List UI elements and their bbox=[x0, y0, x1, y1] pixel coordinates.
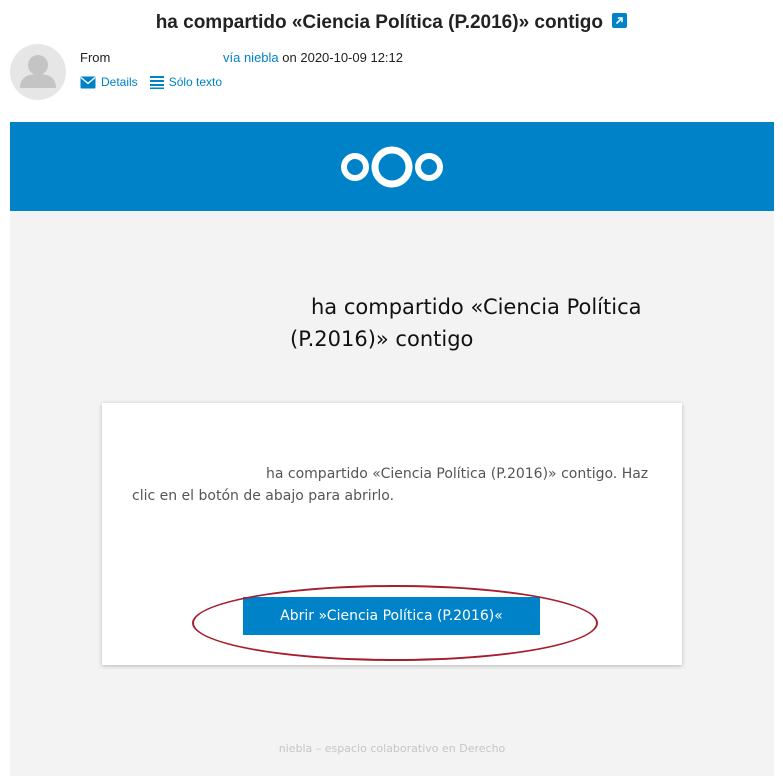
share-message: ha compartido «Ciencia Política (P.2016)… bbox=[132, 466, 649, 504]
from-label: From bbox=[80, 50, 111, 65]
details-button[interactable]: Details bbox=[80, 75, 138, 89]
from-line: From vía niebla on 2020-10-09 12:12 bbox=[80, 50, 403, 65]
brand-banner bbox=[10, 122, 774, 211]
message-subject: ha compartido «Ciencia Política (P.2016)… bbox=[0, 12, 783, 34]
avatar-placeholder-icon bbox=[10, 44, 66, 100]
email-heading: ha compartido «Ciencia Política (P.2016)… bbox=[290, 295, 642, 351]
plain-text-button[interactable]: Sólo texto bbox=[149, 75, 223, 89]
plain-text-label: Sólo texto bbox=[168, 75, 223, 89]
message-date: on 2020-10-09 12:12 bbox=[282, 50, 403, 65]
envelope-icon bbox=[80, 76, 96, 88]
external-link-icon[interactable] bbox=[612, 13, 628, 28]
nextcloud-logo-icon bbox=[341, 146, 443, 187]
details-label: Details bbox=[101, 75, 138, 89]
email-body: ha compartido «Ciencia Política (P.2016)… bbox=[10, 122, 774, 776]
message-viewer: ha compartido «Ciencia Política (P.2016)… bbox=[0, 0, 783, 776]
message-actions: Details Sólo texto bbox=[80, 75, 234, 89]
subject-text: ha compartido «Ciencia Política (P.2016)… bbox=[155, 12, 604, 33]
share-card: ha compartido «Ciencia Política (P.2016)… bbox=[102, 403, 682, 665]
email-footer: niebla – espacio colaborativo en Derecho bbox=[278, 742, 506, 755]
sender-via-link[interactable]: vía niebla bbox=[223, 50, 279, 65]
open-share-button[interactable]: Abrir »Ciencia Política (P.2016)« bbox=[243, 597, 540, 635]
text-lines-icon bbox=[149, 76, 164, 89]
